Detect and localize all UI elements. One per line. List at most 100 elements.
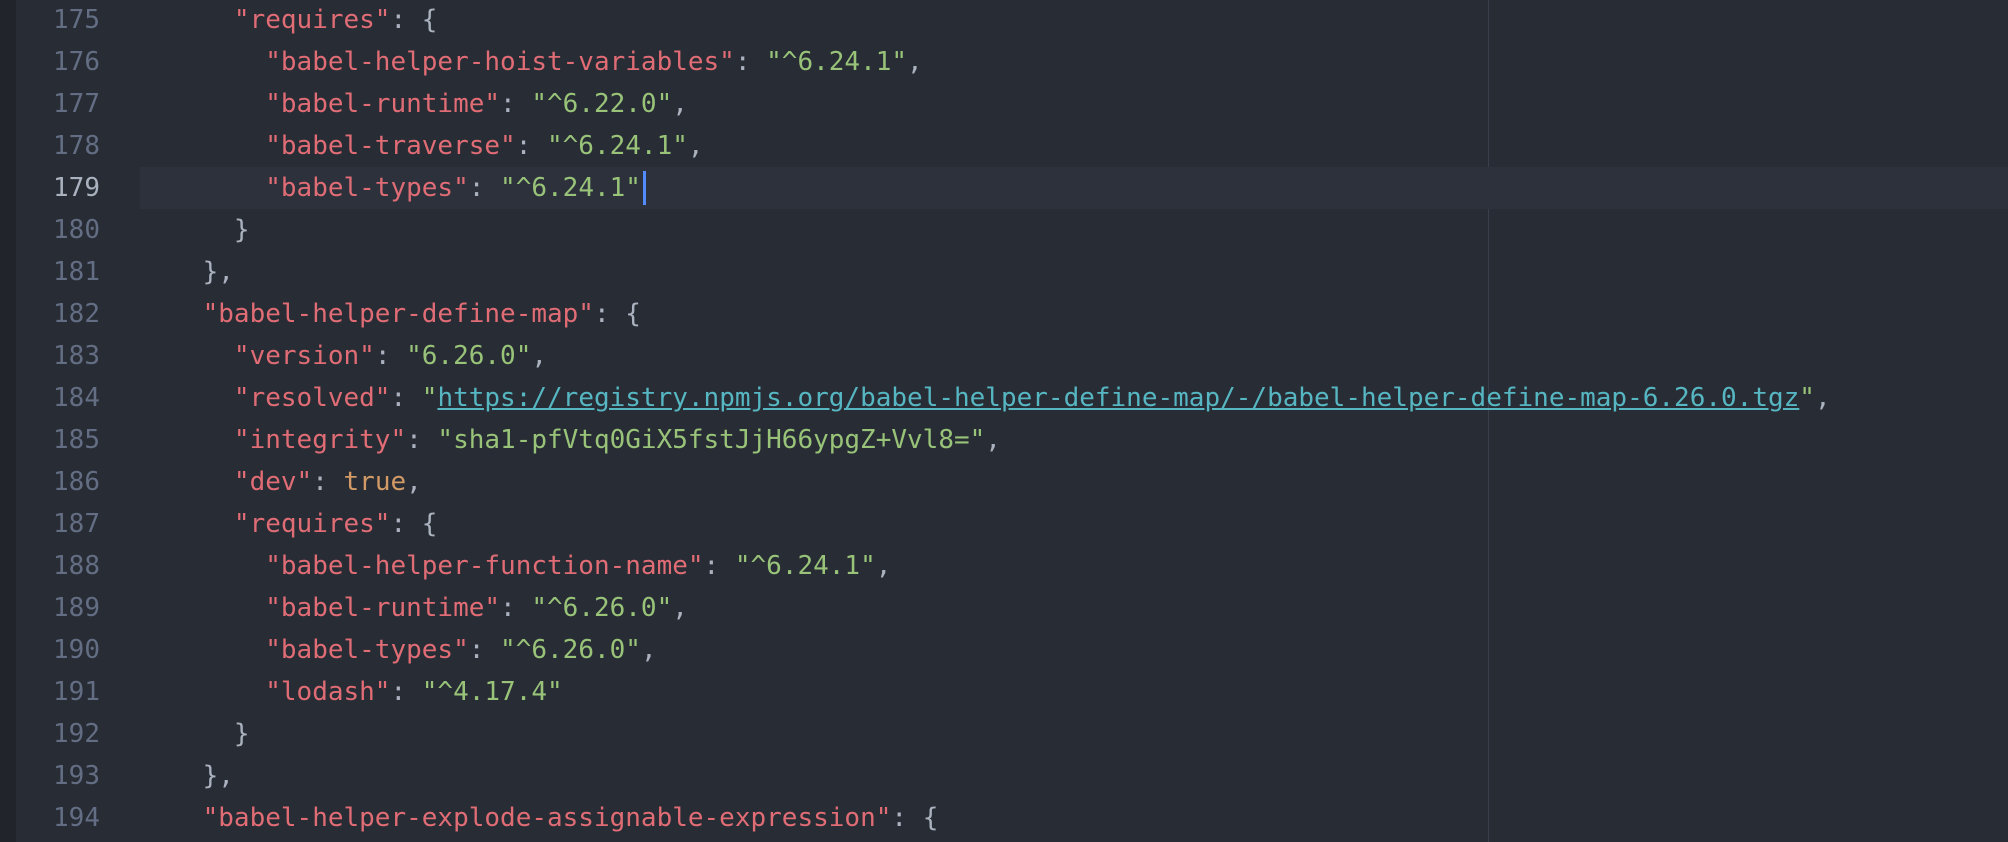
json-string-value: "^6.26.0"	[531, 593, 673, 623]
code-text[interactable]: "requires": {	[140, 0, 2008, 41]
code-line[interactable]: 191 "lodash": "^4.17.4"	[0, 671, 2008, 713]
json-string-value: "6.26.0"	[406, 341, 532, 371]
colon-separator: :	[312, 467, 344, 497]
trailing-comma: ,	[985, 425, 1001, 455]
open-brace: {	[421, 5, 438, 35]
code-line[interactable]: 188 "babel-helper-function-name": "^6.24…	[0, 545, 2008, 587]
code-text[interactable]: "babel-types": "^6.26.0",	[140, 629, 2008, 671]
code-line[interactable]: 193 },	[0, 755, 2008, 797]
code-line[interactable]: 183 "version": "6.26.0",	[0, 335, 2008, 377]
json-key: "dev"	[233, 467, 313, 497]
json-key: "babel-runtime"	[265, 89, 501, 119]
code-line[interactable]: 190 "babel-types": "^6.26.0",	[0, 629, 2008, 671]
code-line[interactable]: 185 "integrity": "sha1-pfVtq0GiX5fstJjH6…	[0, 419, 2008, 461]
code-line[interactable]: 181 },	[0, 251, 2008, 293]
line-number: 192	[53, 719, 100, 749]
json-string-value: "^4.17.4"	[421, 677, 563, 707]
line-number: 183	[53, 341, 100, 371]
code-text[interactable]: },	[140, 755, 2008, 797]
code-text[interactable]: "dev": true,	[140, 461, 2008, 503]
code-text[interactable]: "babel-runtime": "^6.26.0",	[140, 587, 2008, 629]
trailing-comma: ,	[531, 341, 548, 371]
json-key: "babel-types"	[265, 173, 469, 203]
code-line[interactable]: 178 "babel-traverse": "^6.24.1",	[0, 125, 2008, 167]
code-line[interactable]: 176 "babel-helper-hoist-variables": "^6.…	[0, 41, 2008, 83]
json-key: "babel-helper-define-map"	[202, 299, 594, 329]
line-number: 180	[53, 215, 100, 245]
code-line[interactable]: 186 "dev": true,	[0, 461, 2008, 503]
code-text[interactable]: }	[140, 209, 2008, 251]
json-boolean-value: true	[343, 467, 407, 497]
line-number: 184	[53, 383, 100, 413]
code-line[interactable]: 182 "babel-helper-define-map": {	[0, 293, 2008, 335]
colon-separator: :	[500, 593, 532, 623]
url-open-quote: "	[421, 383, 438, 413]
json-key: "babel-runtime"	[265, 593, 501, 623]
trailing-comma: ,	[672, 593, 688, 623]
code-line[interactable]: 175 "requires": {	[0, 0, 2008, 41]
close-brace: },	[202, 257, 234, 287]
open-brace: {	[922, 803, 939, 833]
url-close-quote: "	[1799, 383, 1815, 413]
json-key: "lodash"	[265, 677, 391, 707]
code-text[interactable]: "babel-traverse": "^6.24.1",	[140, 125, 2008, 167]
text-cursor	[642, 171, 646, 205]
code-text[interactable]: "babel-types": "^6.24.1"	[140, 167, 2008, 209]
json-key: "babel-traverse"	[265, 131, 516, 161]
code-line[interactable]: 187 "requires": {	[0, 503, 2008, 545]
colon-separator: :	[734, 47, 767, 77]
json-key: "babel-types"	[265, 635, 469, 665]
trailing-comma: ,	[406, 467, 422, 497]
json-string-value: "^6.24.1"	[500, 173, 641, 203]
json-key: "version"	[233, 341, 375, 371]
code-line[interactable]: 194 "babel-helper-explode-assignable-exp…	[0, 797, 2008, 839]
code-editor[interactable]: 175 "requires": {176 "babel-helper-hoist…	[0, 0, 2008, 842]
trailing-comma: ,	[875, 551, 892, 581]
code-line[interactable]: 180 }	[0, 209, 2008, 251]
code-text[interactable]: "babel-runtime": "^6.22.0",	[140, 83, 2008, 125]
code-text[interactable]: "lodash": "^4.17.4"	[140, 671, 2008, 713]
code-text[interactable]: "version": "6.26.0",	[140, 335, 2008, 377]
close-brace: }	[233, 215, 250, 245]
code-text[interactable]: },	[140, 251, 2008, 293]
code-text[interactable]: "babel-helper-hoist-variables": "^6.24.1…	[140, 41, 2008, 83]
code-text[interactable]: "requires": {	[140, 503, 2008, 545]
code-text[interactable]: }	[140, 713, 2008, 755]
line-number: 177	[53, 89, 100, 119]
line-number: 182	[53, 299, 100, 329]
colon-separator: :	[374, 341, 407, 371]
json-string-value: "^6.26.0"	[500, 635, 641, 665]
code-line[interactable]: 179 "babel-types": "^6.24.1"	[0, 167, 2008, 209]
trailing-comma: ,	[672, 89, 688, 119]
code-text[interactable]: "resolved": " https://registry.npmjs.org/…	[140, 377, 2008, 419]
line-number: 176	[53, 47, 100, 77]
line-number: 188	[53, 551, 100, 581]
colon-separator: :	[468, 173, 501, 203]
line-number: 175	[53, 5, 100, 35]
colon-separator: :	[390, 509, 422, 539]
code-text[interactable]: "babel-helper-define-map": {	[140, 293, 2008, 335]
json-key: "babel-helper-function-name"	[265, 551, 704, 581]
json-string-value: "sha1-pfVtq0GiX5fstJjH66ypgZ+Vvl8="	[437, 425, 986, 455]
code-text[interactable]: "babel-helper-explode-assignable-express…	[140, 797, 2008, 839]
json-key: "babel-helper-hoist-variables"	[265, 47, 735, 77]
code-text[interactable]: "integrity": "sha1-pfVtq0GiX5fstJjH66ypg…	[140, 419, 2008, 461]
code-line[interactable]: 184 "resolved": " https://registry.npmjs.…	[0, 377, 2008, 419]
resolved-url-link[interactable]: https://registry.npmjs.org/babel-helper-…	[437, 383, 1799, 413]
code-line[interactable]: 189 "babel-runtime": "^6.26.0",	[0, 587, 2008, 629]
line-number: 189	[53, 593, 100, 623]
code-line[interactable]: 192 }	[0, 713, 2008, 755]
trailing-comma: ,	[1814, 383, 1831, 413]
code-line[interactable]: 177 "babel-runtime": "^6.22.0",	[0, 83, 2008, 125]
line-number: 181	[53, 257, 100, 287]
json-key: "resolved"	[233, 383, 391, 413]
code-text[interactable]: "babel-helper-function-name": "^6.24.1",	[140, 545, 2008, 587]
